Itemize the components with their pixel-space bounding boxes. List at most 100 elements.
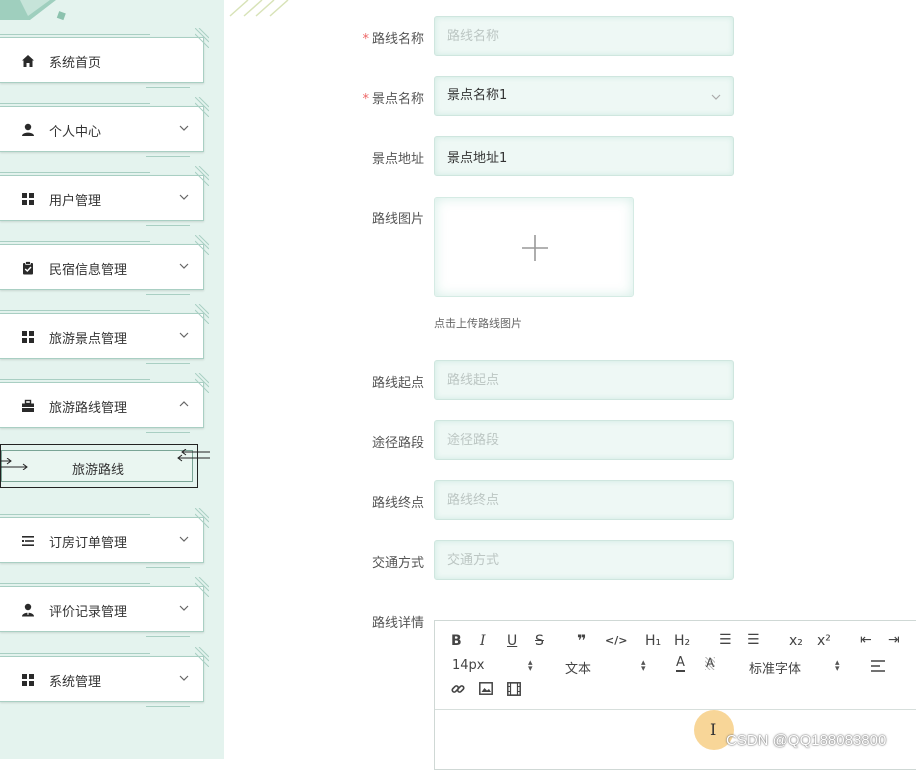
home-icon [20,53,36,69]
route-name-input[interactable] [434,16,734,56]
ordered-list-button[interactable]: ☰ [719,632,732,648]
spot-address-label: 景点地址 [371,152,424,167]
chevron-down-icon [179,194,189,200]
font-color-button[interactable]: A [676,656,685,672]
end-point-label: 路线终点 [371,496,424,511]
bullet-list-button[interactable]: ☰ [747,632,760,648]
link-icon[interactable] [451,682,465,696]
corner-decoration [195,577,209,597]
via-section-label: 途径路段 [371,436,424,451]
upload-hint: 点击上传路线图片 [434,317,522,330]
chevron-down-icon [179,675,189,681]
clipboard-check-icon [20,260,36,276]
user-tie-icon [20,602,36,618]
grid-icon [20,191,36,207]
corner-decoration [195,304,209,324]
indent-button[interactable]: ⇥ [888,632,900,648]
submenu-item-travel-route[interactable]: 旅游路线 [0,444,210,488]
route-name-label: * 路线名称 [362,32,424,47]
corner-decoration [195,647,209,667]
sidebar-item-scenic-spot-management[interactable]: 旅游景点管理 [0,304,209,364]
code-block-button[interactable]: </> [605,634,627,647]
image-icon[interactable] [479,682,493,695]
sidebar-item-label: 系统管理 [49,675,102,690]
strike-button[interactable]: S [535,633,544,649]
align-left-icon[interactable] [871,660,885,672]
font-family-value: 标准字体 [749,662,802,677]
chevron-up-icon [179,401,189,407]
corner-decoration [195,97,209,117]
sidebar-item-system-management[interactable]: 系统管理 [0,647,209,707]
corner-decoration [195,373,209,393]
bold-button[interactable]: B [451,633,462,649]
italic-button[interactable]: I [480,633,486,649]
editor-toolbar: B I U S ❞ </> H₁ H₂ ☰ ☰ x₂ x² ⇤ ⇥ 14px ▴… [435,621,916,710]
sidebar-item-label: 旅游景点管理 [49,332,128,347]
chevron-down-icon [179,536,189,542]
list-icon [20,533,36,549]
corner-decoration [195,28,209,48]
chevron-down-icon [179,263,189,269]
spot-address-input[interactable] [434,136,734,176]
corner-decoration [195,235,209,255]
heading1-button[interactable]: H₁ [645,633,661,649]
sidebar-item-label: 用户管理 [49,194,102,209]
heading-select[interactable]: 文本 ▴ ▾ [565,658,646,678]
required-asterisk: * [362,32,369,47]
sidebar-item-label: 系统首页 [49,56,102,71]
spot-name-selected-value: 景点名称1 [447,88,508,103]
grid-icon [20,672,36,688]
underline-button[interactable]: U [507,633,517,649]
sidebar-item-homestay-management[interactable]: 民宿信息管理 [0,235,209,295]
submenu-item-label: 旅游路线 [71,463,124,478]
updown-icon: ▴ ▾ [528,658,533,674]
spot-name-select[interactable]: 景点名称1 [434,76,734,116]
start-point-label: 路线起点 [371,376,424,391]
grid-icon [20,329,36,345]
font-size-value: 14px [452,658,485,673]
background-color-button[interactable]: A [705,657,716,670]
heading-value: 文本 [565,662,592,677]
text-cursor-icon: I [710,720,717,739]
sidebar-item-route-management[interactable]: 旅游路线管理 [0,373,209,433]
route-image-label: 路线图片 [371,212,424,227]
sidebar-decoration [0,0,66,21]
submenu-item-inner: 旅游路线 [1,450,193,482]
transport-input[interactable] [434,540,734,580]
plus-icon [522,235,548,261]
video-icon[interactable] [507,682,521,696]
subscript-button[interactable]: x₂ [789,633,803,649]
chevron-down-icon [179,125,189,131]
font-size-select[interactable]: 14px ▴ ▾ [452,658,533,674]
route-image-upload[interactable] [434,197,634,297]
sidebar-item-booking-order-management[interactable]: 订房订单管理 [0,508,209,568]
corner-decoration [195,166,209,186]
sidebar-item-label: 评价记录管理 [49,605,128,620]
blockquote-button[interactable]: ❞ [577,631,586,650]
via-section-input[interactable] [434,420,734,460]
chevron-down-icon [711,94,721,100]
header-decoration [229,0,289,17]
arrow-left-icon [177,449,210,462]
heading2-button[interactable]: H₂ [674,633,690,649]
start-point-input[interactable] [434,360,734,400]
spot-name-label: * 景点名称 [362,92,424,107]
font-family-select[interactable]: 标准字体 ▴ ▾ [749,658,849,678]
sidebar-item-home[interactable]: 系统首页 [0,28,209,88]
superscript-button[interactable]: x² [817,633,831,649]
sidebar-item-label: 个人中心 [49,125,102,140]
sidebar: 系统首页 个人中心 用户管理 民宿信息管理 旅游景点管理 旅游路线管理 旅游路线… [0,0,224,759]
updown-icon: ▴ ▾ [641,658,646,674]
transport-label: 交通方式 [371,556,424,571]
end-point-input[interactable] [434,480,734,520]
required-asterisk: * [362,92,369,107]
sidebar-item-label: 旅游路线管理 [49,401,128,416]
route-detail-label: 路线详情 [371,616,424,631]
sidebar-item-review-management[interactable]: 评价记录管理 [0,577,209,637]
sidebar-item-personal-center[interactable]: 个人中心 [0,97,209,157]
sidebar-item-user-management[interactable]: 用户管理 [0,166,209,226]
outdent-button[interactable]: ⇤ [860,632,872,648]
corner-decoration [195,508,209,528]
chevron-down-icon [179,332,189,338]
watermark: CSDN @QQ188083800 [726,732,887,749]
